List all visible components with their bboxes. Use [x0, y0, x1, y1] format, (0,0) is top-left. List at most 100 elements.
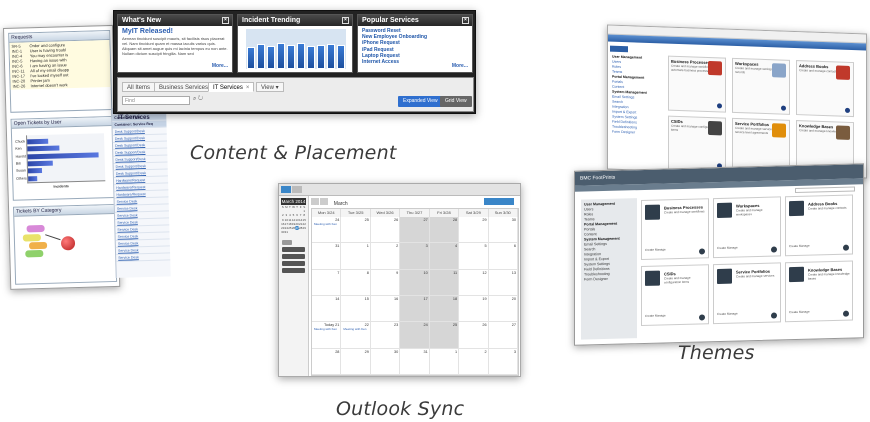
calendar-day[interactable]: Today 21 Meeting with Ken: [312, 322, 342, 349]
go-icon[interactable]: [717, 103, 722, 109]
view-switch-buttons[interactable]: [484, 198, 514, 205]
view-dropdown[interactable]: View ▾: [256, 82, 284, 92]
mini-day[interactable]: 29: [302, 226, 306, 230]
calendar-list-item[interactable]: [282, 254, 305, 260]
calendar-day[interactable]: 28: [429, 217, 460, 244]
calendar-day[interactable]: 11: [429, 269, 460, 296]
calendar-day[interactable]: 30: [488, 217, 518, 244]
go-icon[interactable]: [781, 105, 786, 111]
grid-link[interactable]: Desk Support/Desk: [115, 136, 145, 141]
calendar-day[interactable]: 22 Meeting with Ken: [341, 322, 371, 349]
calendar-day[interactable]: 19: [459, 296, 489, 323]
calendar-day[interactable]: 25: [429, 322, 460, 349]
grid-link[interactable]: Service Desk: [118, 234, 139, 239]
calendar-list-item[interactable]: [282, 261, 305, 267]
go-icon[interactable]: [699, 314, 705, 321]
whats-new-more-link[interactable]: More...: [212, 63, 228, 69]
go-icon[interactable]: [771, 312, 777, 319]
grid-link[interactable]: Service Desk: [117, 220, 138, 225]
go-icon[interactable]: [843, 244, 849, 251]
calendar-day[interactable]: 6: [488, 243, 518, 270]
calendar-day[interactable]: 4: [429, 243, 460, 270]
admin-card[interactable]: Business Processes Create and manage work…: [641, 198, 709, 261]
card-links[interactable]: Create Manage: [645, 247, 666, 252]
grid-link[interactable]: Desk Support/Desk: [115, 143, 145, 148]
calendar-day[interactable]: 3: [400, 243, 430, 270]
grid-view-button[interactable]: Grid View: [440, 96, 472, 107]
calendar-day[interactable]: 10: [400, 269, 430, 296]
admin-card[interactable]: Knowledge Bases Create and manage knowled…: [785, 260, 853, 323]
calendar-day[interactable]: 2: [459, 348, 489, 375]
calendar-day[interactable]: 7: [312, 269, 342, 296]
calendar-day[interactable]: 8: [341, 269, 371, 296]
grid-link[interactable]: Desk Support/Desk: [116, 164, 146, 169]
mini-day[interactable]: 31: [285, 230, 289, 234]
calendar-day[interactable]: 24 Meeting with Ken: [312, 217, 342, 244]
card-links[interactable]: Create Manage: [645, 313, 666, 318]
calendar-list-item[interactable]: [282, 247, 305, 253]
calendar-day[interactable]: 18: [429, 296, 460, 323]
admin-card[interactable]: CSIDs Create and manage configuration ite…: [668, 115, 726, 173]
go-icon[interactable]: [771, 246, 777, 253]
prev-arrow-icon[interactable]: [311, 198, 319, 205]
admin-card[interactable]: Workspaces Create and manage workspaces a…: [732, 57, 790, 115]
calendar-event[interactable]: Meeting with Ken: [343, 328, 367, 332]
calendar-day[interactable]: 28: [312, 348, 342, 375]
search-input[interactable]: [795, 186, 855, 194]
calendar-day[interactable]: 26: [459, 322, 489, 349]
card-links[interactable]: Create Manage: [717, 312, 738, 317]
tab-business-services[interactable]: Business Services: [154, 82, 214, 92]
calendar-day[interactable]: 26: [370, 217, 401, 244]
calendar-event[interactable]: Meeting with Ken: [314, 328, 338, 332]
grid-link[interactable]: Service Desk: [118, 241, 139, 246]
grid-link[interactable]: Service Desk: [117, 213, 138, 218]
calendar-day[interactable]: 15: [341, 296, 371, 323]
close-icon[interactable]: ×: [462, 17, 469, 24]
calendar-day[interactable]: 9: [370, 269, 401, 296]
whats-new-headline[interactable]: MyIT Released!: [118, 26, 232, 35]
search-icon[interactable]: ⌕ ↻: [193, 96, 203, 103]
tab-all-items[interactable]: All Items: [122, 82, 156, 92]
calendar-day[interactable]: 24: [400, 322, 430, 349]
calendar-day[interactable]: 23: [370, 322, 401, 349]
grid-link[interactable]: Hardware/Request: [116, 192, 145, 197]
calendar-day[interactable]: 16: [370, 296, 401, 323]
go-icon[interactable]: [843, 310, 849, 317]
admin-card[interactable]: Business Processes Create and manage work…: [668, 55, 726, 113]
admin-card[interactable]: Workspaces Create and manage workspaces Cr…: [713, 196, 781, 259]
calendar-day[interactable]: 1: [341, 243, 371, 270]
close-icon[interactable]: ×: [246, 85, 250, 91]
calendar-day[interactable]: 29: [341, 348, 371, 375]
calendar-day[interactable]: 5: [459, 243, 489, 270]
card-links[interactable]: Create Manage: [789, 310, 810, 315]
grid-link[interactable]: Service Desk: [118, 255, 139, 260]
calendar-day[interactable]: 27: [400, 217, 430, 244]
calendar-tab-button[interactable]: [292, 186, 302, 193]
expanded-view-button[interactable]: Expanded View: [398, 96, 443, 107]
popular-more-link[interactable]: More...: [452, 63, 468, 69]
calendar-day[interactable]: 12: [459, 269, 489, 296]
admin-card[interactable]: CSIDs Create and manage configuration ite…: [641, 264, 709, 327]
calendar-day[interactable]: 30: [370, 348, 401, 375]
grid-link[interactable]: Service Desk: [117, 206, 138, 211]
calendar-tab-button[interactable]: [281, 186, 291, 193]
sidebar-item[interactable]: Form Designer: [584, 276, 634, 282]
calendar-day[interactable]: 2: [370, 243, 401, 270]
grid-link[interactable]: Hardware/Request: [116, 178, 145, 183]
calendar-list-item[interactable]: [282, 268, 305, 274]
calendar-day[interactable]: 14: [312, 296, 342, 323]
today-button[interactable]: [282, 240, 292, 246]
grid-link[interactable]: Desk Support/Desk: [115, 150, 145, 155]
card-links[interactable]: Create Manage: [789, 244, 810, 249]
close-icon[interactable]: ×: [342, 17, 349, 24]
calendar-day[interactable]: 1: [429, 348, 460, 375]
calendar-day[interactable]: 17: [400, 296, 430, 323]
admin-card[interactable]: Address Books Create and manage contacts: [796, 60, 854, 118]
calendar-day[interactable]: 25: [341, 217, 371, 244]
card-links[interactable]: Create Manage: [717, 246, 738, 251]
grid-link[interactable]: Service Desk: [118, 248, 139, 253]
admin-card[interactable]: Service Portfolios Create and manage serv…: [713, 262, 781, 325]
grid-link[interactable]: Hardware/Request: [116, 185, 145, 190]
calendar-day[interactable]: 13: [488, 269, 518, 296]
next-arrow-icon[interactable]: [320, 198, 329, 205]
